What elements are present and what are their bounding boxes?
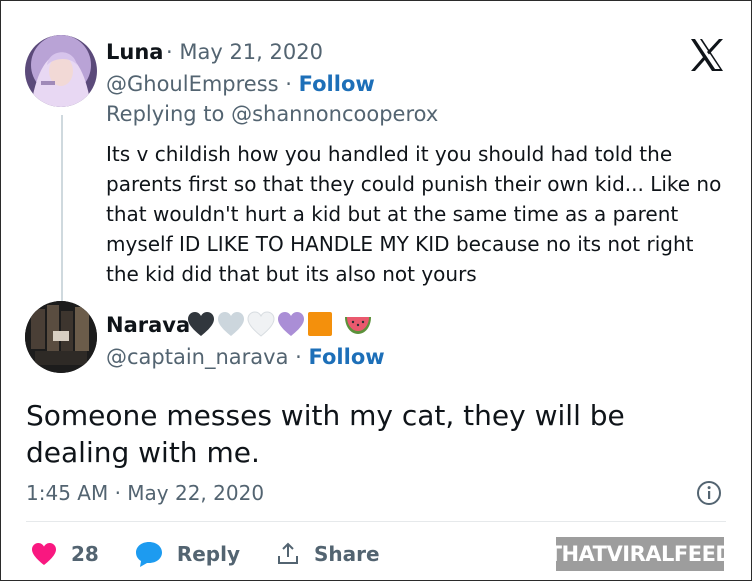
follow-button[interactable]: Follow [299,72,375,96]
tweet-embed-card: Luna · May 21, 2020 @GhoulEmpress · Foll… [0,0,752,581]
white-heart-icon [247,311,275,337]
reply-button[interactable]: Reply [135,541,240,567]
grey-heart-icon [218,312,244,336]
reply-tweet-text: Its v childish how you handled it you sh… [106,142,722,286]
narava-avatar[interactable] [25,301,97,373]
divider [26,521,726,522]
luna-avatar[interactable] [25,35,97,107]
reply-bubble-icon [135,542,162,567]
reply-author-name[interactable]: Luna [106,40,163,64]
black-heart-icon [188,312,214,336]
watermark: THATVIRALFEED [548,537,733,571]
heart-icon [32,543,56,565]
like-button[interactable]: 28 [31,542,99,566]
watermelon-icon [345,317,371,334]
main-author-handle-line: @captain_narava · Follow [106,345,385,369]
main-tweet-text: Someone messes with my cat, they will be… [26,399,625,469]
orange-square-icon [308,312,332,336]
follow-button[interactable]: Follow [309,345,385,369]
main-author-name[interactable]: Narava [106,313,190,337]
tweet-timestamp[interactable]: 1:45 AM · May 22, 2020 [26,481,264,505]
share-icon [278,542,299,564]
main-author-handle[interactable]: @captain_narava [106,345,288,369]
separator: · [278,72,299,96]
x-logo-icon[interactable] [689,38,725,72]
name-emoji-row [187,309,373,339]
like-count: 28 [71,542,99,566]
share-label: Share [314,542,380,566]
tweet-actions: 28 Reply Share [31,538,416,570]
reply-date[interactable]: · May 21, 2020 [166,40,323,64]
purple-heart-icon [278,312,304,336]
separator: · [288,345,309,369]
share-button[interactable]: Share [276,542,380,566]
reply-label: Reply [176,542,241,566]
thread-line [61,115,63,301]
reply-author-handle[interactable]: @GhoulEmpress [106,72,279,96]
info-icon[interactable] [696,480,722,506]
reply-author-handle-line: @GhoulEmpress · Follow [106,72,375,96]
replying-to[interactable]: Replying to @shannoncooperox [106,102,438,126]
